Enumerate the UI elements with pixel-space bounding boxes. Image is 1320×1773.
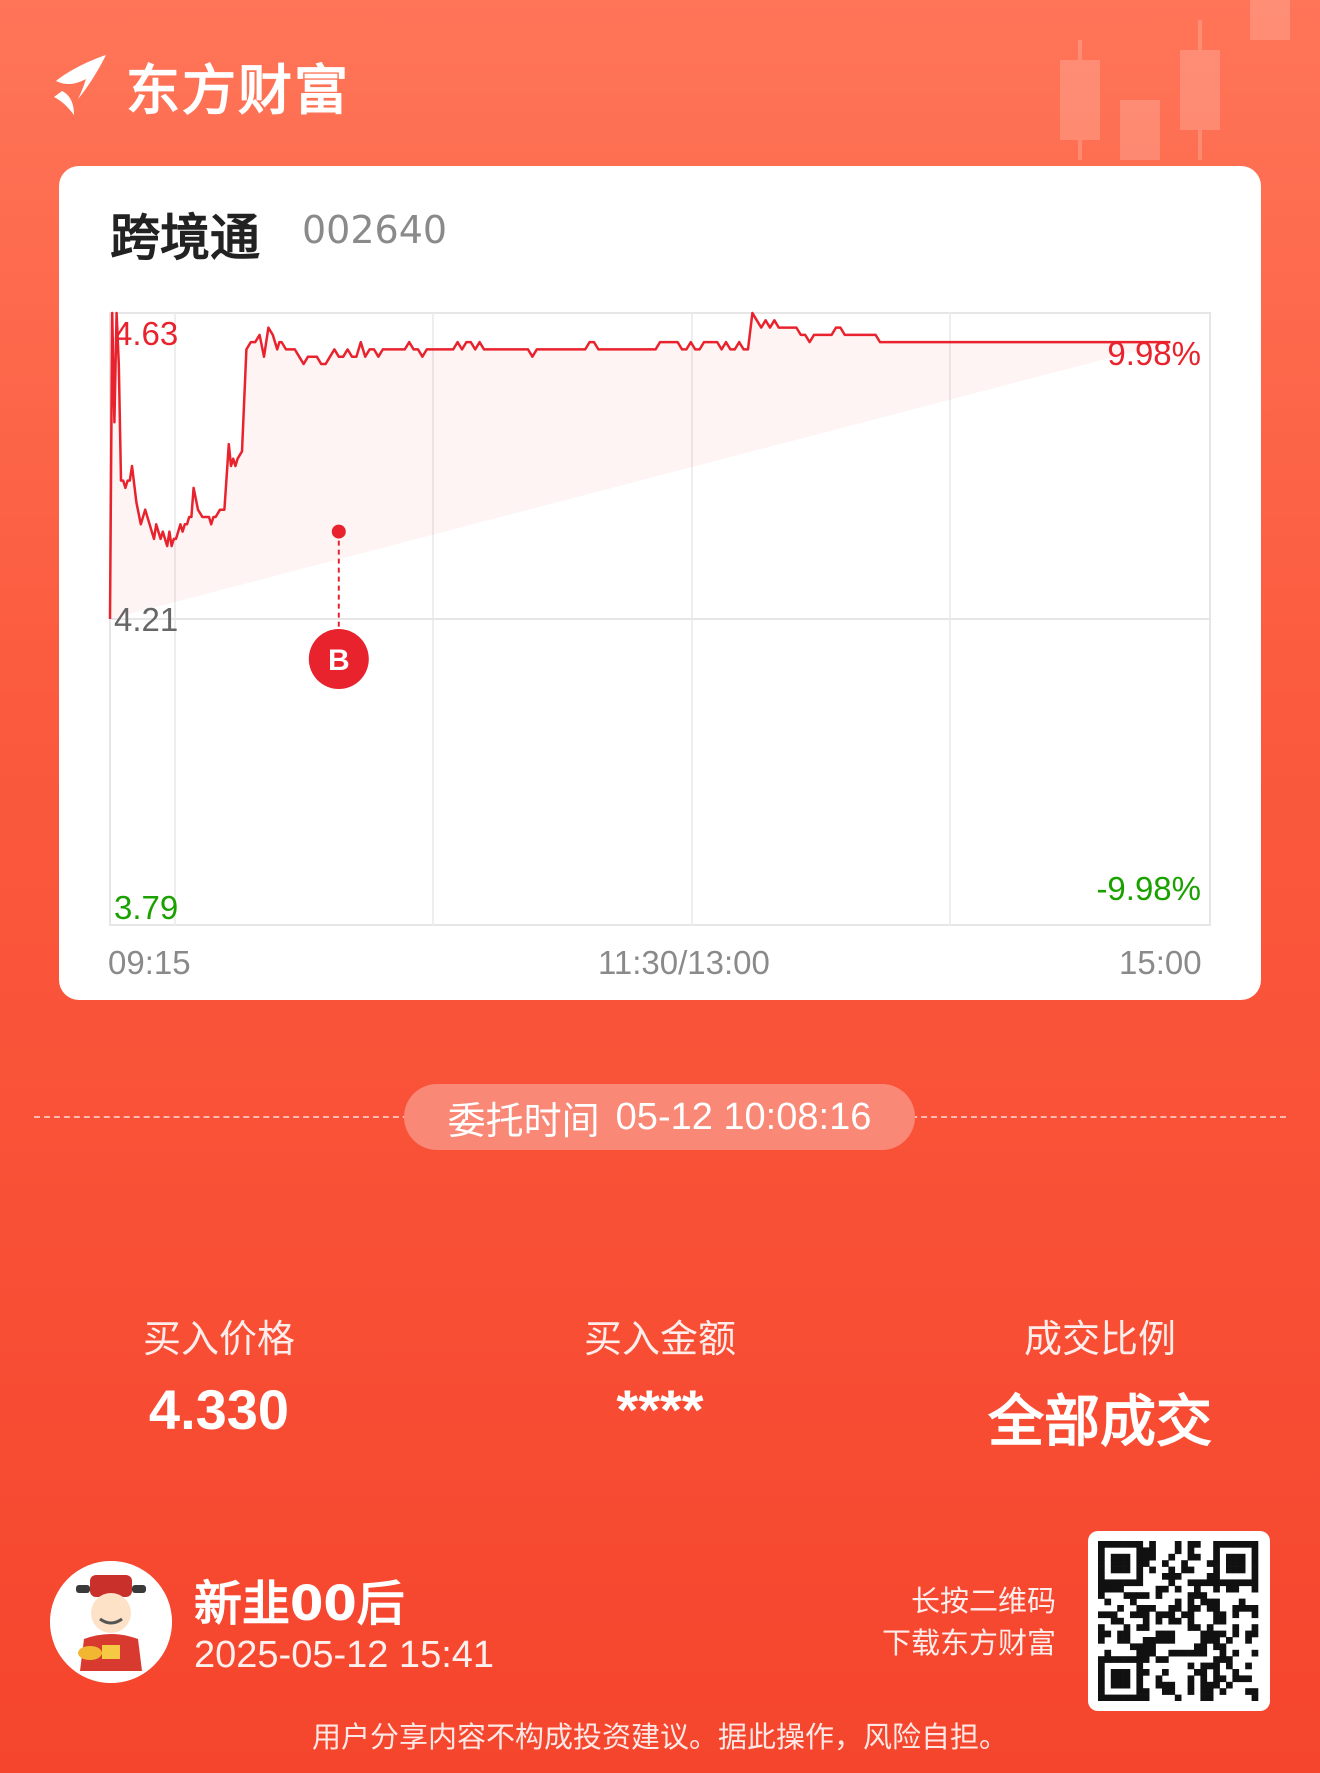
stat-buy-price: 买入价格 4.330 — [69, 1308, 369, 1442]
x-tick-open: 09:15 — [108, 944, 191, 981]
disclaimer: 用户分享内容不构成投资建议。据此操作，风险自担。 — [311, 1720, 1008, 1754]
eastmoney-logo-icon — [54, 54, 106, 115]
stat-label: 买入金额 — [583, 1317, 736, 1361]
qr-hint-line2: 下载东方财富 — [881, 1626, 1056, 1660]
stat-value: **** — [616, 1378, 704, 1441]
order-time-value: 05-12 10:08:16 — [615, 1095, 872, 1138]
avatar[interactable] — [50, 1561, 172, 1683]
pct-label-bottom: -9.98% — [1096, 870, 1201, 907]
download-qr-code[interactable] — [1088, 1531, 1270, 1711]
stat-label: 买入价格 — [142, 1317, 295, 1361]
x-tick-midday: 11:30/13:00 — [598, 944, 770, 981]
qr-hint-line1: 长按二维码 — [910, 1584, 1056, 1618]
pct-label-top: 9.98% — [1107, 335, 1201, 372]
buy-marker-label: B — [328, 644, 350, 677]
stat-value: 4.330 — [148, 1378, 290, 1441]
order-time-label: 委托时间 — [447, 1098, 600, 1143]
stock-card: 跨境通 002640 B 4.63 4.21 3.79 9.98% -9.98%… — [59, 166, 1261, 1000]
brand-name: 东方财富 — [126, 59, 350, 122]
stat-buy-amount: 买入金额 **** — [510, 1308, 810, 1442]
share-time: 2025-05-12 15:41 — [194, 1634, 495, 1676]
y-tick-top: 4.63 — [114, 315, 178, 352]
x-tick-close: 15:00 — [1119, 944, 1202, 981]
qr-hint: 长按二维码 下载东方财富 — [882, 1580, 1056, 1664]
order-time-pill: 委托时间 05-12 10:08:16 — [404, 1084, 915, 1150]
intraday-chart: B 4.63 4.21 3.79 9.98% -9.98% — [108, 311, 1211, 926]
qr-code-icon — [1098, 1541, 1259, 1702]
stat-fill-ratio: 成交比例 全部成交 — [950, 1308, 1250, 1458]
brand-logo: 东方财富 — [48, 46, 350, 125]
stat-value: 全部成交 — [988, 1390, 1212, 1453]
y-tick-bottom: 3.79 — [114, 889, 178, 926]
buy-marker-dot — [331, 524, 346, 539]
caishen-avatar-icon — [50, 1561, 172, 1683]
y-tick-mid: 4.21 — [114, 601, 178, 638]
username: 新韭00后 — [194, 1576, 405, 1632]
stat-label: 成交比例 — [1023, 1317, 1176, 1361]
